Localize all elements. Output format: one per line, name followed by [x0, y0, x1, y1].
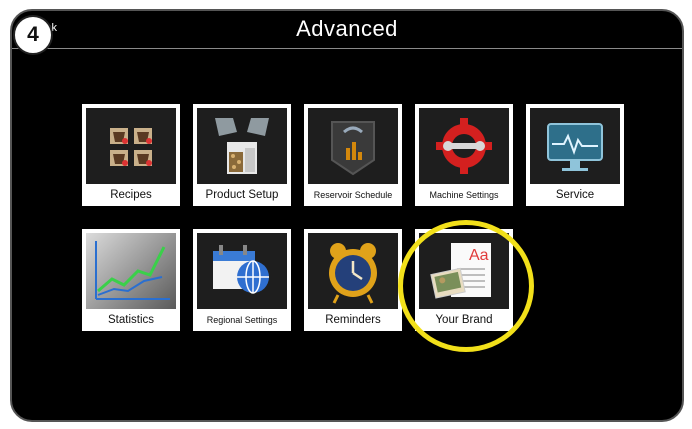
highlight-circle: [398, 220, 534, 352]
tile-label: Statistics: [107, 314, 154, 326]
tile-label: Recipes: [110, 189, 152, 201]
header-bar: ck Advanced: [12, 11, 682, 49]
reservoir-schedule-icon: [308, 108, 398, 184]
tile-statistics[interactable]: Statistics: [82, 229, 180, 331]
tile-regional-settings[interactable]: Regional Settings: [193, 229, 291, 331]
tile-reminders[interactable]: Reminders: [304, 229, 402, 331]
step-number-badge: 4: [13, 15, 53, 55]
service-icon: [530, 108, 620, 184]
recipes-icon: [86, 108, 176, 184]
product-setup-icon: [197, 108, 287, 184]
tile-label: Reminders: [325, 314, 381, 326]
tile-product-setup[interactable]: Product Setup: [193, 104, 291, 206]
tile-reservoir-schedule[interactable]: Reservoir Schedule: [304, 104, 402, 206]
tile-machine-settings[interactable]: Machine Settings: [415, 104, 513, 206]
page-title: Advanced: [296, 16, 398, 41]
reminders-icon: [308, 233, 398, 309]
tile-label: Product Setup: [205, 189, 279, 201]
tile-label: Machine Settings: [429, 190, 499, 200]
tile-label: Regional Settings: [206, 315, 278, 325]
tile-service[interactable]: Service: [526, 104, 624, 206]
screen-frame: ck Advanced: [10, 9, 684, 422]
tile-label: Service: [555, 189, 595, 201]
regional-settings-icon: [197, 233, 287, 309]
machine-settings-icon: [419, 108, 509, 184]
tile-recipes[interactable]: Recipes: [82, 104, 180, 206]
tile-label: Reservoir Schedule: [313, 190, 393, 200]
statistics-icon: [86, 233, 176, 309]
